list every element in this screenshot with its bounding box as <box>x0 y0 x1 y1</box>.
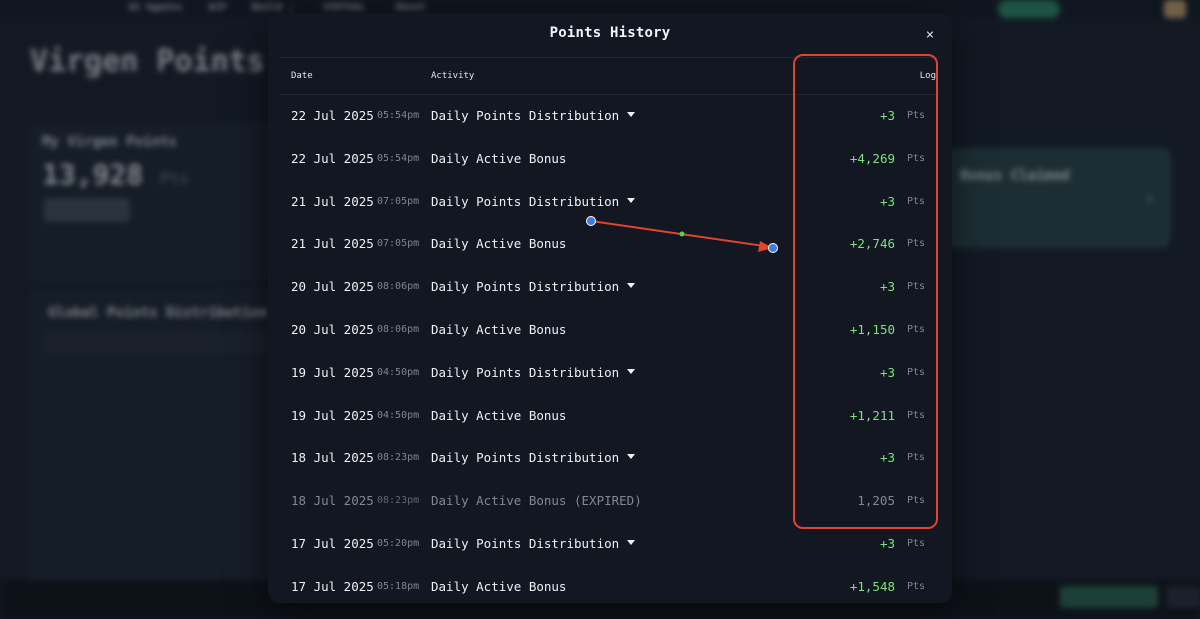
annotation-arrow <box>586 216 778 253</box>
arrow-start-handle[interactable] <box>586 216 596 226</box>
arrow-end-handle[interactable] <box>768 243 778 253</box>
arrow-mid-handle[interactable] <box>679 231 685 237</box>
